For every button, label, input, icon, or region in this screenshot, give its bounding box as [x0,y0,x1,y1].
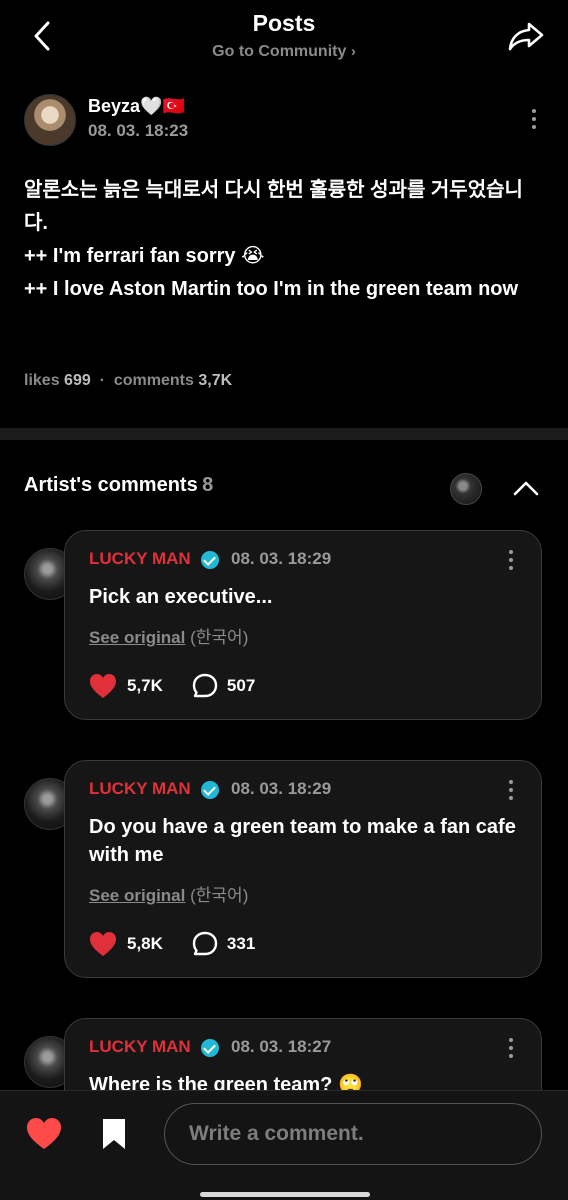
post-date: 08. 03. 18:23 [88,121,189,140]
page-title: Posts [252,10,316,36]
artist-comments-count: 8 [202,474,214,496]
reply-bubble-icon[interactable] [191,930,219,958]
reply-count: 507 [226,676,256,695]
post-line-2: ++ I'm ferrari fan sorry 😭 [24,245,265,267]
comment-more-icon[interactable] [499,1033,523,1063]
comment-actions: 5,8K 331 [89,929,255,959]
chevron-right-icon: › [350,43,356,60]
comment-actions: 5,7K 507 [89,671,255,701]
verified-badge-icon [201,551,219,569]
reply-count: 331 [226,934,256,953]
comment-text: Pick an executive... [89,586,273,608]
like-count: 5,8K [127,934,163,953]
comments-label: comments [113,372,194,389]
likes-count[interactable]: 699 [64,372,91,389]
post-stats: likes 699 · comments 3,7K [24,372,232,390]
see-original: See original (한국어) [89,881,248,906]
comment-more-icon[interactable] [499,775,523,805]
original-language: (한국어) [190,628,249,647]
see-original: See original (한국어) [89,623,248,648]
section-divider [0,428,568,440]
artist-comments-title: Artist's comments [24,474,198,496]
like-count: 5,7K [127,676,163,695]
heart-icon[interactable] [89,673,117,699]
comment-card[interactable]: LUCKY MAN 08. 03. 18:27 Where is the gre… [64,1018,542,1090]
original-language: (한국어) [190,886,249,905]
artist-name[interactable]: LUCKY MAN [89,1037,191,1057]
go-to-community-link[interactable]: Go to Community › [0,43,568,61]
see-original-link[interactable]: See original [89,886,185,905]
home-indicator [200,1192,370,1197]
comment-more-icon[interactable] [499,545,523,575]
comment-card[interactable]: LUCKY MAN 08. 03. 18:29 Do you have a gr… [64,760,542,978]
artist-comment: LUCKY MAN 08. 03. 18:29 Pick an executiv… [24,530,544,722]
post-more-icon[interactable] [522,104,546,134]
reply-bubble-icon[interactable] [191,672,219,700]
like-post-heart-icon[interactable] [26,1117,62,1151]
bottom-bar [0,1090,568,1200]
post-line-1: 알론소는 늙은 늑대로서 다시 한번 훌륭한 성과를 거두었습니다. [24,179,523,234]
artist-name[interactable]: LUCKY MAN [89,779,191,799]
post-header: Beyza🤍🇹🇷 08. 03. 18:23 [24,94,544,150]
comment-text: Where is the green team? 🙄 [89,1074,363,1090]
comment-card[interactable]: LUCKY MAN 08. 03. 18:29 Pick an executiv… [64,530,542,720]
post-body: 알론소는 늙은 늑대로서 다시 한번 훌륭한 성과를 거두었습니다. ++ I'… [24,174,544,306]
comment-date: 08. 03. 18:29 [231,549,332,568]
comment-input[interactable] [164,1103,542,1165]
author-name[interactable]: Beyza🤍🇹🇷 [88,96,185,117]
bookmark-icon[interactable] [100,1117,128,1151]
artist-comment: LUCKY MAN 08. 03. 18:29 Do you have a gr… [24,760,544,980]
comment-text: Do you have a green team to make a fan c… [89,816,516,866]
share-icon[interactable] [506,16,546,56]
comment-date: 08. 03. 18:27 [231,1037,332,1056]
post-line-3: ++ I love Aston Martin too I'm in the gr… [24,278,519,300]
artist-comments-header: Artist's comments 8 [24,473,544,505]
top-bar: Posts Go to Community › [0,0,568,80]
chevron-up-icon[interactable] [512,476,540,500]
verified-badge-icon [201,1039,219,1057]
go-to-community-label: Go to Community [212,43,347,60]
verified-badge-icon [201,781,219,799]
author-avatar[interactable] [24,94,76,146]
artist-name[interactable]: LUCKY MAN [89,549,191,569]
comments-count[interactable]: 3,7K [198,372,232,389]
likes-label: likes [24,372,60,389]
artist-comment: LUCKY MAN 08. 03. 18:27 Where is the gre… [24,1018,544,1090]
heart-icon[interactable] [89,931,117,957]
see-original-link[interactable]: See original [89,628,185,647]
stats-separator: · [99,372,105,389]
comment-date: 08. 03. 18:29 [231,779,332,798]
artist-avatar-small[interactable] [450,473,482,505]
